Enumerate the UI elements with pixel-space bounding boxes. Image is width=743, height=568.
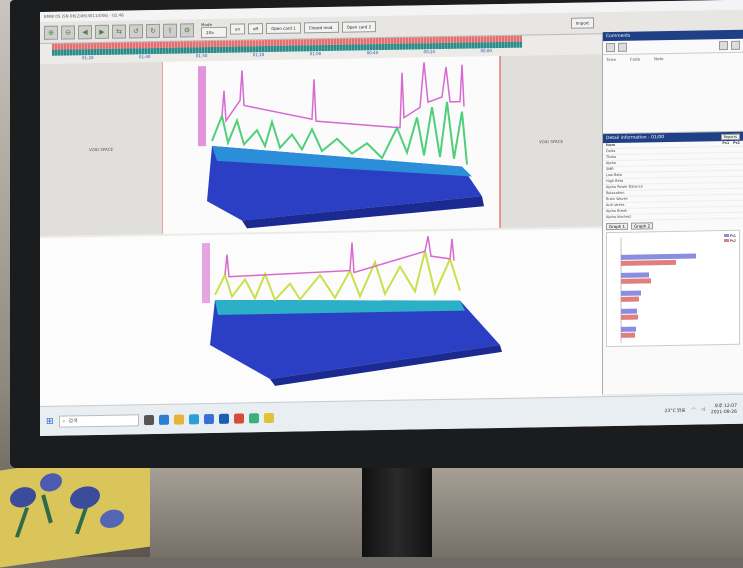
system-tray: 23°C 맑음 ◠ ◁ 오후 12:07 2021-08-26 — [665, 403, 737, 416]
edge-icon[interactable] — [188, 413, 199, 424]
bar-graph: Ps1 Ps2 — [606, 229, 740, 348]
file-explorer-icon[interactable] — [173, 413, 184, 425]
open-card-1-button[interactable]: Open card 1 — [266, 22, 301, 35]
open-card-2-button[interactable]: Open card 2 — [341, 21, 377, 33]
search-icon: ⌕ — [62, 418, 66, 425]
rotate-right-icon[interactable]: ↻ — [146, 23, 160, 38]
delete-icon[interactable] — [719, 40, 728, 51]
windows-start-icon[interactable]: ⊞ — [46, 416, 54, 426]
volume-icon[interactable]: ◁ — [701, 407, 704, 412]
desk — [150, 468, 743, 557]
check-icon[interactable] — [606, 42, 615, 53]
reports-button[interactable]: Reports — [720, 133, 740, 140]
task-view-icon[interactable] — [143, 414, 154, 425]
tab-graph-1[interactable]: Graph 1 — [606, 222, 629, 231]
zoom-in-icon[interactable]: ⊕ — [44, 25, 58, 40]
detail-table: Delta Theta Alpha SMR Low Beta High Beta… — [603, 146, 743, 222]
mode-select[interactable]: 2Xa — [201, 26, 227, 38]
comments-list[interactable] — [603, 61, 743, 135]
zoom-out-icon[interactable]: ⊖ — [61, 24, 75, 40]
void-space-right: VOID SPACE — [500, 54, 602, 228]
rotate-left-icon[interactable]: ↺ — [129, 23, 143, 38]
store-icon[interactable] — [203, 413, 214, 424]
swap-icon[interactable]: ⇆ — [112, 23, 126, 39]
tab-graph-2[interactable]: Graph 2 — [631, 222, 654, 230]
clock[interactable]: 오후 12:07 2021-08-26 — [711, 403, 737, 415]
settings-icon[interactable]: ⚙ — [180, 22, 194, 38]
app-active-icon[interactable] — [218, 413, 229, 424]
view-3d-lower[interactable] — [40, 228, 602, 410]
wifi-icon[interactable]: ◠ — [691, 408, 695, 413]
weather-widget[interactable]: 23°C 맑음 — [665, 407, 686, 413]
back-icon[interactable]: ◀ — [78, 24, 92, 39]
view-3d-upper[interactable]: VOID SPACE VOID SPACE — [40, 54, 602, 237]
kakaotalk-icon[interactable] — [263, 412, 274, 423]
export-icon[interactable]: ⇪ — [163, 23, 177, 38]
widgets-icon[interactable] — [158, 414, 169, 425]
right-panel: Comments Time Code Note Detail informati… — [602, 29, 743, 395]
taskbar-search[interactable]: ⌕ 검색 — [58, 413, 139, 428]
monitor-bezel: EMW 05 (SN 06(2)06(3011)056) - 02:46 ⊕ ⊖… — [10, 0, 743, 468]
void-space-left: VOID SPACE — [40, 61, 162, 236]
on-button[interactable]: on — [230, 23, 245, 35]
spectrum-plot-upper — [162, 55, 501, 234]
screen: EMW 05 (SN 06(2)06(3011)056) - 02:46 ⊕ ⊖… — [40, 0, 743, 436]
settings-icon[interactable] — [731, 40, 740, 50]
edit-icon[interactable] — [618, 42, 627, 52]
import-button[interactable]: Import — [570, 17, 594, 29]
app-green-icon[interactable] — [248, 412, 259, 423]
spectrum-plot-lower — [202, 236, 502, 386]
closed-mode-button[interactable]: Closed mod. — [303, 21, 339, 34]
app-red-icon[interactable] — [233, 412, 244, 424]
forward-icon[interactable]: ▶ — [95, 24, 109, 39]
off-button[interactable]: off — [247, 23, 264, 35]
